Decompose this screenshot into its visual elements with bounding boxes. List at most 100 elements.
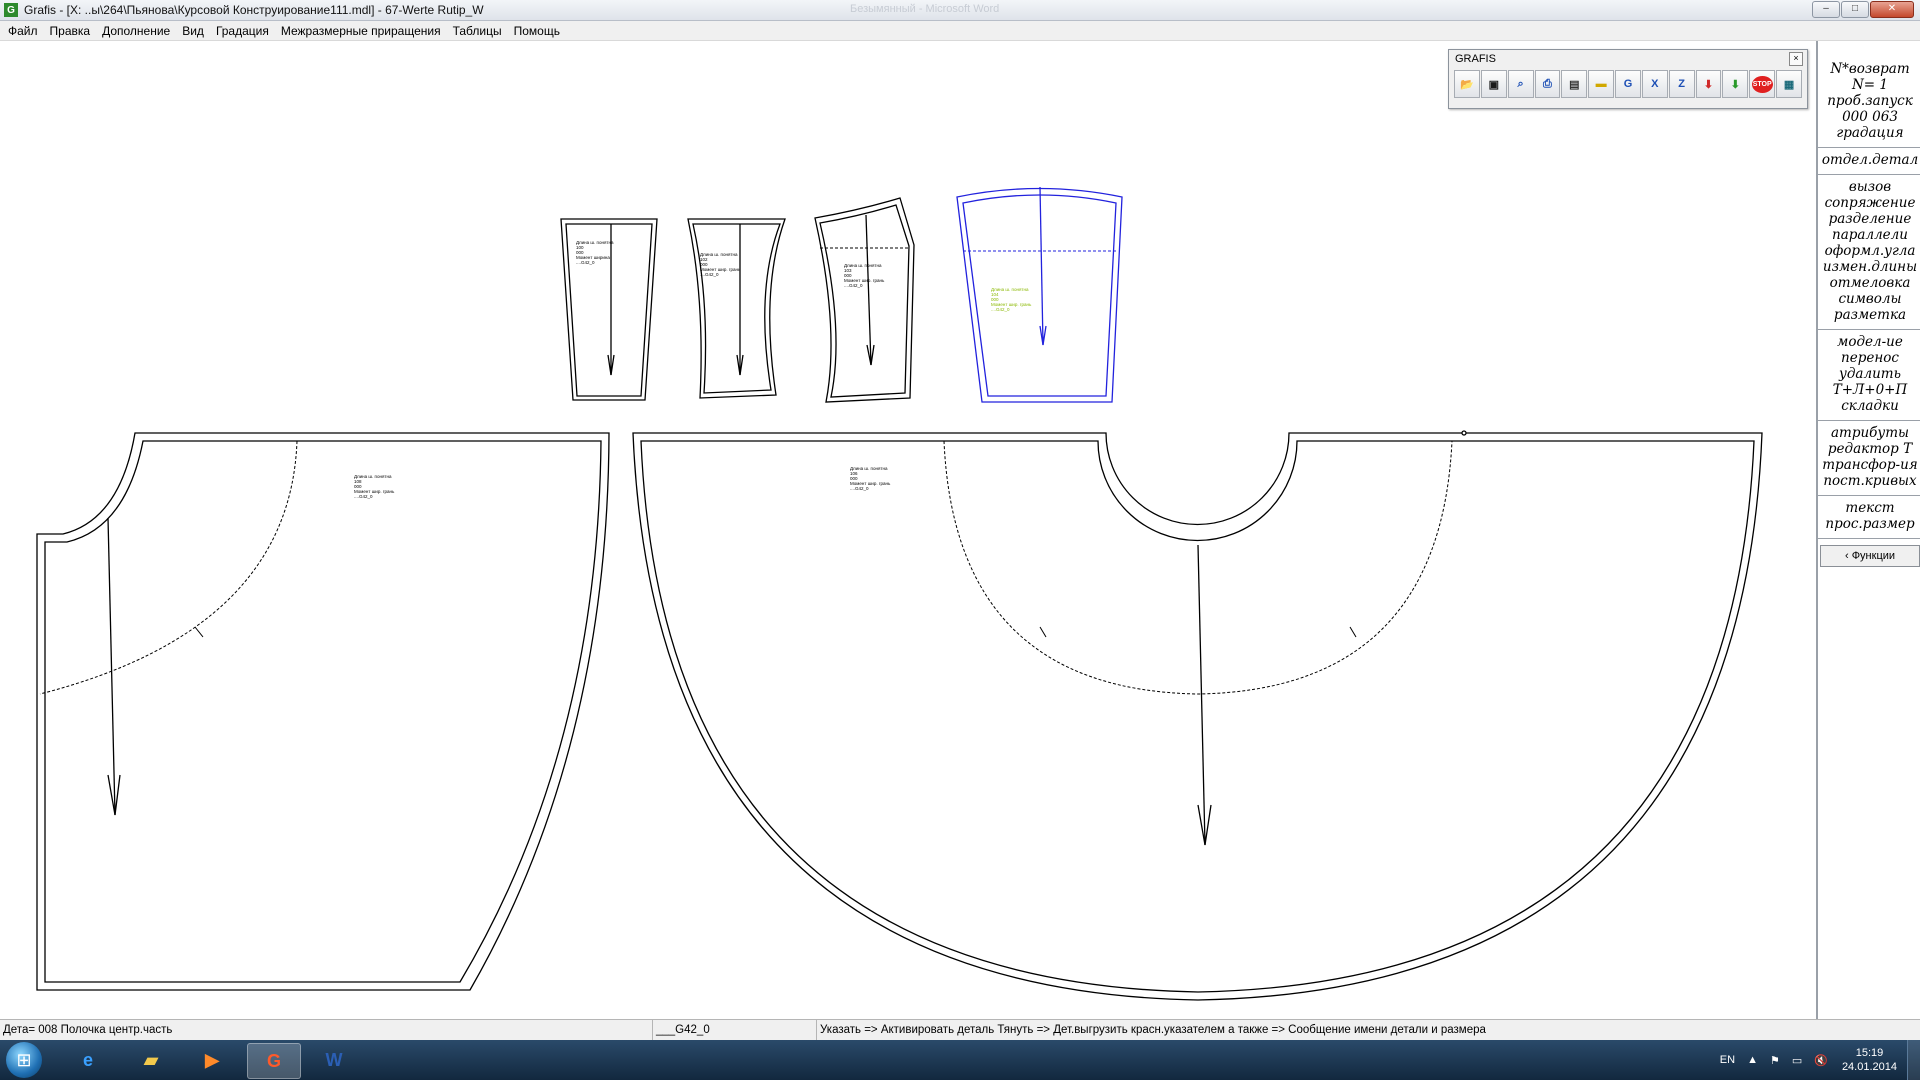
menu-view[interactable]: Вид — [176, 24, 210, 38]
taskbar-app-1[interactable]: e — [62, 1043, 114, 1077]
menu-help[interactable]: Помощь — [508, 24, 566, 38]
piece-label-1: Длина ш. понятна 100 000 Момент ширина ....G… — [576, 240, 614, 265]
print-icon: ⎙ — [1543, 77, 1552, 90]
toolbar-button-1[interactable]: 📂 — [1454, 70, 1480, 98]
menu-tables[interactable]: Таблицы — [447, 24, 508, 38]
toolbar-buttons: 📂 ▣ ⌕ ⎙ ▤ ▬ G X Z ⬇ ⬇ STOP ▦ — [1449, 68, 1807, 100]
grafis-toolbar[interactable]: GRAFIS × 📂 ▣ ⌕ ⎙ ▤ ▬ G X Z ⬇ ⬇ STOP ▦ — [1448, 49, 1808, 109]
piece-label-skirt-right: Длина ш. понятна 106 000 Момент шир. грань.… — [850, 466, 891, 491]
file-explorer-icon: ▰ — [144, 1049, 158, 1070]
maximize-button[interactable]: □ — [1841, 1, 1869, 18]
function-item[interactable]: отдел.детал — [1818, 152, 1920, 168]
download-arrow-green-icon: ⬇ — [1730, 78, 1740, 91]
toolbar-button-13[interactable]: ▦ — [1776, 70, 1802, 98]
start-button[interactable]: ⊞ — [6, 1042, 42, 1078]
clock-time: 15:19 — [1855, 1047, 1884, 1059]
function-list: N*возврат N= 1 проб.запуск 000 063 градация о… — [1818, 41, 1920, 539]
function-item[interactable]: прос.размер — [1818, 516, 1920, 532]
open-folder-icon: 📂 — [1460, 78, 1474, 91]
function-item[interactable]: сопряжение — [1818, 195, 1920, 211]
toolbar-button-11[interactable]: ⬇ — [1722, 70, 1749, 98]
drawing-canvas[interactable]: Длина ш. понятна 100 000 Момент ширина ....G… — [0, 41, 1816, 1019]
taskbar-app-4[interactable]: G — [247, 1043, 301, 1079]
toolbar-button-9[interactable]: Z — [1668, 70, 1695, 98]
function-group-2: отдел.детал — [1818, 148, 1920, 175]
function-item[interactable]: атрибуты — [1818, 425, 1920, 441]
status-bar: Дета= 008 Полочка центр.часть ___G42_0 У… — [0, 1019, 1920, 1040]
function-item[interactable]: удалить — [1818, 366, 1920, 382]
download-arrow-icon: ⬇ — [1703, 78, 1714, 91]
status-size: ___G42_0 — [652, 1020, 816, 1040]
skirt-panel-left[interactable] — [36, 432, 610, 991]
function-item[interactable]: измен.длины — [1818, 259, 1920, 275]
function-item[interactable]: проб.запуск — [1818, 93, 1920, 109]
menu-addons[interactable]: Дополнение — [96, 24, 176, 38]
toolbar-button-12[interactable]: STOP — [1749, 70, 1776, 98]
menu-size-increments[interactable]: Межразмерные приращения — [275, 24, 447, 38]
function-item[interactable]: разметка — [1818, 307, 1920, 323]
taskbar-app-5[interactable]: W — [308, 1043, 360, 1077]
action-center-flag-icon[interactable]: ⚑ — [1770, 1054, 1780, 1067]
function-item[interactable]: отмеловка — [1818, 275, 1920, 291]
toolbar-button-4[interactable]: ⎙ — [1534, 70, 1561, 98]
internet-explorer-icon: e — [82, 1049, 93, 1070]
zoom-magnifier-icon: ⌕ — [1517, 77, 1524, 90]
function-item[interactable]: градация — [1818, 125, 1920, 141]
toolbar-button-2[interactable]: ▣ — [1480, 70, 1507, 98]
function-item[interactable]: разделение — [1818, 211, 1920, 227]
toolbar-close-button[interactable]: × — [1789, 52, 1803, 66]
toolbar-button-5[interactable]: ▤ — [1561, 70, 1588, 98]
volume-muted-icon[interactable]: 🔇 — [1814, 1054, 1828, 1067]
pattern-piece-selected[interactable] — [956, 186, 1123, 403]
minimize-button[interactable]: – — [1812, 1, 1840, 18]
taskbar: ⊞ e ▰ ▶ G W EN ▲ ⚑ ▭ 🔇 15:19 24.01.2014 — [0, 1040, 1920, 1080]
clock[interactable]: 15:19 24.01.2014 — [1842, 1046, 1897, 1074]
function-item[interactable]: редактор Т — [1818, 441, 1920, 457]
x-axis-icon: X — [1651, 78, 1659, 90]
network-icon[interactable]: ▭ — [1792, 1054, 1802, 1067]
menu-bar: Файл Правка Дополнение Вид Градация Межр… — [0, 21, 1920, 41]
z-axis-icon: Z — [1678, 78, 1686, 90]
skirt-panel-right[interactable] — [632, 430, 1763, 1001]
piece-label-3: Длина ш. понятна 103 000 Момент шир. грань.… — [844, 263, 885, 288]
toolbar-button-10[interactable]: ⬇ — [1695, 70, 1722, 98]
close-button[interactable]: ✕ — [1870, 1, 1914, 18]
functions-button[interactable]: ‹ Функции — [1820, 545, 1920, 567]
menu-grading[interactable]: Градация — [210, 24, 275, 38]
grading-g-icon: G — [1623, 78, 1633, 90]
function-item[interactable]: символы — [1818, 291, 1920, 307]
function-item[interactable]: N= 1 — [1818, 77, 1920, 93]
function-item[interactable]: текст — [1818, 500, 1920, 516]
toolbar-button-8[interactable]: X — [1641, 70, 1668, 98]
taskbar-app-3[interactable]: ▶ — [186, 1043, 238, 1077]
function-item[interactable]: перенос — [1818, 350, 1920, 366]
function-item[interactable]: оформл.угла — [1818, 243, 1920, 259]
toolbar-button-7[interactable]: G — [1615, 70, 1641, 98]
function-item[interactable]: параллели — [1818, 227, 1920, 243]
function-item[interactable]: модел-ие — [1818, 334, 1920, 350]
save-disk-icon: ▣ — [1488, 78, 1499, 91]
tray-overflow-icon[interactable]: ▲ — [1747, 1054, 1758, 1066]
pattern-drawing[interactable] — [0, 41, 1816, 1019]
language-indicator[interactable]: EN — [1720, 1054, 1735, 1066]
taskbar-app-2[interactable]: ▰ — [125, 1043, 177, 1077]
function-item[interactable]: пост.кривых — [1818, 473, 1920, 489]
grafis-app-icon: G — [266, 1050, 281, 1071]
menu-edit[interactable]: Правка — [44, 24, 97, 38]
pattern-piece-3[interactable] — [814, 197, 915, 403]
stop-icon: STOP — [1751, 75, 1773, 93]
pattern-piece-2[interactable] — [687, 218, 786, 399]
piece-label-selected: Длина ш. понятна 104 000 Момент шир. грань.… — [991, 287, 1032, 312]
function-item[interactable]: складки — [1818, 398, 1920, 414]
toolbar-button-6[interactable]: ▬ — [1588, 70, 1615, 98]
menu-file[interactable]: Файл — [2, 24, 44, 38]
piece-label-2: Длина ш. понятна 102 000 Момент шир. грань.… — [700, 252, 741, 277]
background-window-title: Безымянный - Microsoft Word — [850, 3, 1000, 15]
show-desktop-button[interactable] — [1907, 1040, 1920, 1080]
toolbar-button-3[interactable]: ⌕ — [1507, 70, 1534, 98]
function-item[interactable]: вызов — [1818, 179, 1920, 195]
function-item[interactable]: 000 063 — [1818, 109, 1920, 125]
function-item[interactable]: трансфор-ия — [1818, 457, 1920, 473]
function-item[interactable]: Т+Л+0+П — [1818, 382, 1920, 398]
function-item[interactable]: N*возврат — [1818, 61, 1920, 77]
